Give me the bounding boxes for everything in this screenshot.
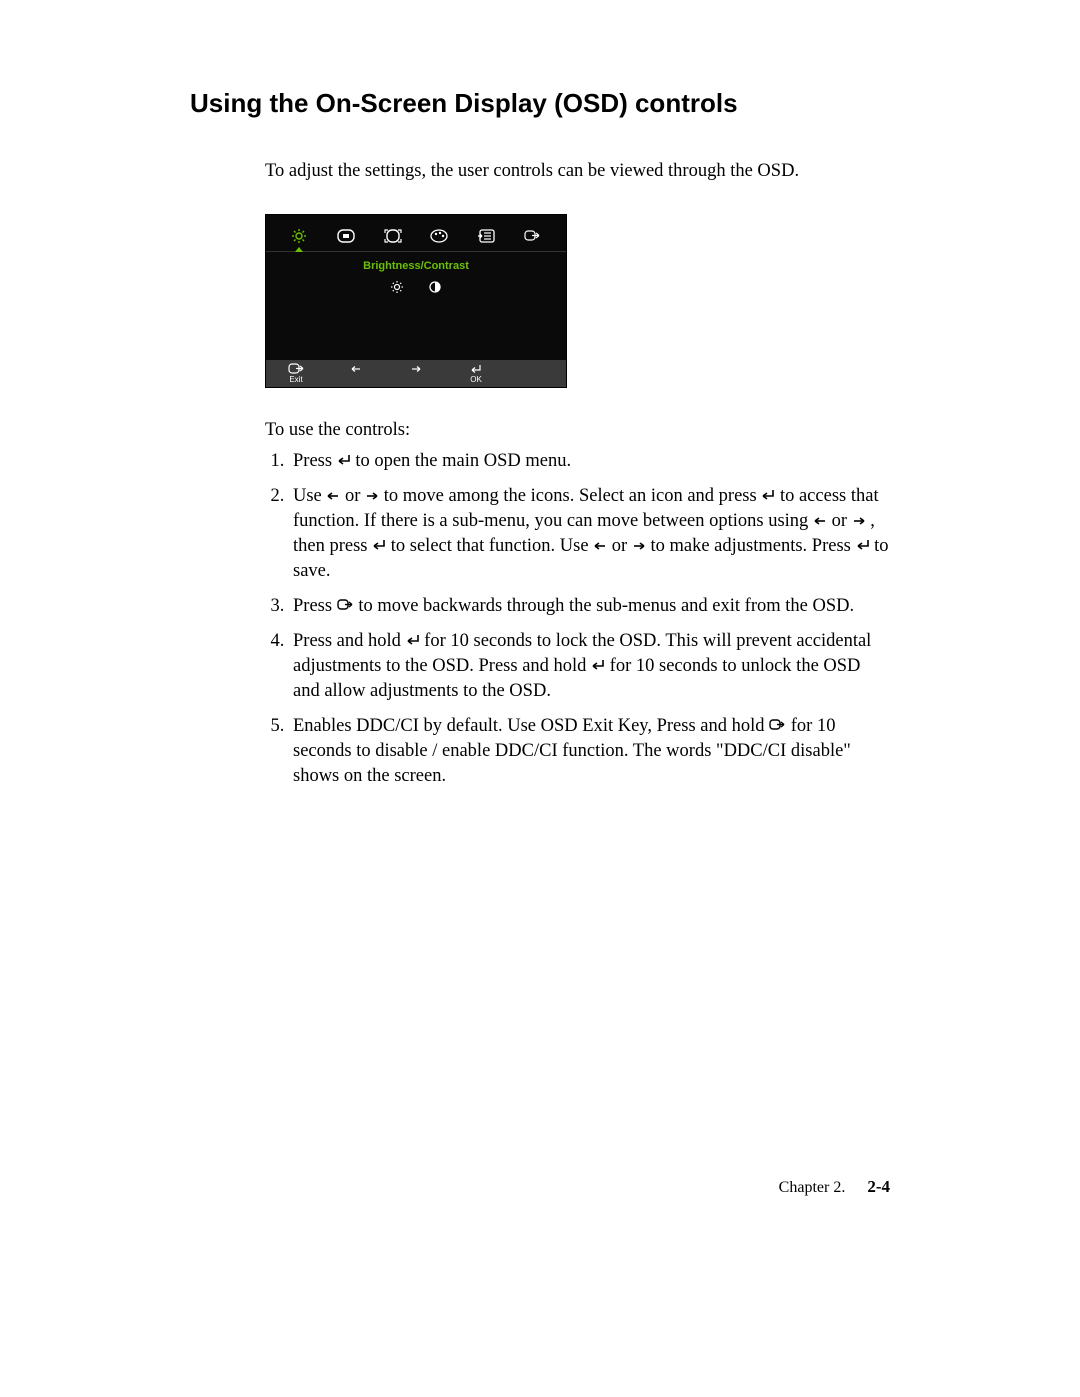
enter-icon xyxy=(406,629,420,654)
section-heading: Using the On-Screen Display (OSD) contro… xyxy=(190,88,890,119)
enter-icon xyxy=(337,449,351,474)
osd-footer: Exit OK xyxy=(266,360,566,387)
text: to select that function. Use xyxy=(386,536,593,556)
text: to make adjustments. Press xyxy=(646,536,856,556)
text: Press xyxy=(293,451,337,471)
osd-tab-options[interactable] xyxy=(463,221,510,251)
step-2: Use or to move among the icons. Select a… xyxy=(289,484,890,584)
osd-tab-scaling[interactable] xyxy=(369,221,416,251)
left-arrow-icon xyxy=(593,534,607,559)
steps-list: Press to open the main OSD menu. Use or … xyxy=(265,449,890,789)
osd-panel: Brightness/Contrast Exit OK xyxy=(265,214,567,388)
page-footer: Chapter 2. 2-4 xyxy=(779,1177,890,1197)
left-arrow-icon xyxy=(326,484,340,509)
contrast-icon[interactable] xyxy=(428,280,442,294)
text: or xyxy=(607,536,632,556)
osd-tab-brightness[interactable] xyxy=(276,221,323,251)
osd-right-button[interactable] xyxy=(386,363,446,375)
osd-body xyxy=(266,300,566,360)
document-page: Using the On-Screen Display (OSD) contro… xyxy=(0,0,1080,1397)
right-arrow-icon xyxy=(365,484,379,509)
osd-ok-label: OK xyxy=(470,376,482,384)
chapter-label: Chapter 2. xyxy=(779,1179,846,1196)
enter-icon xyxy=(470,363,482,375)
osd-tab-row xyxy=(266,215,566,252)
exit-icon xyxy=(288,363,305,375)
right-arrow-icon xyxy=(410,363,422,375)
enter-icon xyxy=(372,534,386,559)
brightness-icon[interactable] xyxy=(390,280,404,294)
osd-ok-button[interactable]: OK xyxy=(446,363,506,384)
osd-tab-exit[interactable] xyxy=(509,221,556,251)
enter-icon xyxy=(856,534,870,559)
left-arrow-icon xyxy=(350,363,362,375)
text: to move backwards through the sub-menus … xyxy=(354,596,854,616)
text: to move among the icons. Select an icon … xyxy=(379,486,761,506)
text: or xyxy=(340,486,365,506)
enter-icon xyxy=(761,484,775,509)
step-3: Press to move backwards through the sub-… xyxy=(289,594,890,619)
controls-lead: To use the controls: xyxy=(265,418,890,443)
osd-tab-color[interactable] xyxy=(416,221,463,251)
step-4: Press and hold for 10 seconds to lock th… xyxy=(289,629,890,704)
text: Use xyxy=(293,486,326,506)
osd-sub-icons xyxy=(266,276,566,300)
osd-tab-position[interactable] xyxy=(323,221,370,251)
exit-icon xyxy=(769,714,786,739)
osd-left-button[interactable] xyxy=(326,363,386,375)
right-arrow-icon xyxy=(632,534,646,559)
osd-subtitle: Brightness/Contrast xyxy=(266,252,566,276)
enter-icon xyxy=(591,654,605,679)
step-5: Enables DDC/CI by default. Use OSD Exit … xyxy=(289,714,890,789)
page-number: 2-4 xyxy=(867,1177,890,1196)
text: Press and hold xyxy=(293,631,406,651)
right-arrow-icon xyxy=(852,509,866,534)
text: to open the main OSD menu. xyxy=(351,451,571,471)
exit-icon xyxy=(337,594,354,619)
osd-exit-label: Exit xyxy=(289,376,302,384)
osd-exit-button[interactable]: Exit xyxy=(266,363,326,384)
intro-paragraph: To adjust the settings, the user control… xyxy=(265,159,890,184)
text: Enables DDC/CI by default. Use OSD Exit … xyxy=(293,716,769,736)
text: or xyxy=(827,511,852,531)
osd-screenshot: Brightness/Contrast Exit OK xyxy=(265,214,890,388)
left-arrow-icon xyxy=(813,509,827,534)
step-1: Press to open the main OSD menu. xyxy=(289,449,890,474)
text: Press xyxy=(293,596,337,616)
